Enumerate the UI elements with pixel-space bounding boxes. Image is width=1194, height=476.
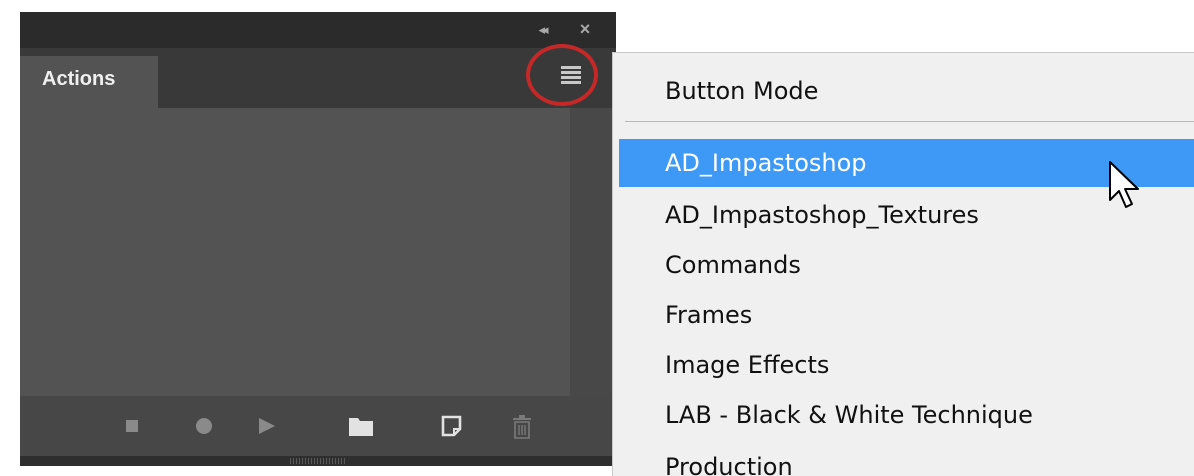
new-set-button[interactable]: [340, 396, 380, 456]
menu-item-production[interactable]: Production: [619, 443, 1194, 476]
panel-menu-button[interactable]: [556, 60, 586, 90]
menu-item-ad-impastoshop[interactable]: AD_Impastoshop: [619, 139, 1194, 187]
menu-item-button-mode[interactable]: Button Mode: [619, 67, 1194, 115]
panel-tab-row: Actions: [20, 48, 616, 108]
menu-item-ad-impastoshop-textures[interactable]: AD_Impastoshop_Textures: [619, 191, 1194, 239]
menu-item-lab-black-white-technique[interactable]: LAB - Black & White Technique: [619, 391, 1194, 439]
resize-grip[interactable]: [290, 458, 346, 464]
menu-item-frames[interactable]: Frames: [619, 291, 1194, 339]
menu-item-commands[interactable]: Commands: [619, 241, 1194, 289]
tab-actions[interactable]: Actions: [20, 56, 158, 108]
trash-icon: [513, 415, 531, 439]
screenshot-stage: ◂◂ × Actions Button Mode AD_Impastoshop …: [0, 0, 1194, 476]
folder-icon: [349, 418, 373, 436]
play-button[interactable]: [246, 396, 286, 456]
delete-button[interactable]: [502, 396, 542, 456]
close-panel-button[interactable]: ×: [572, 18, 598, 40]
actions-list-area[interactable]: [20, 108, 570, 396]
collapse-panel-button[interactable]: ◂◂: [530, 21, 554, 41]
menu-item-image-effects[interactable]: Image Effects: [619, 341, 1194, 389]
record-icon: [196, 418, 212, 434]
new-action-icon: [441, 415, 462, 437]
actions-panel: ◂◂ × Actions: [20, 12, 616, 466]
stop-button[interactable]: [112, 396, 152, 456]
panel-toolbar: [20, 396, 616, 456]
panel-titlebar: ◂◂ ×: [20, 12, 616, 48]
stop-icon: [126, 420, 138, 432]
panel-flyout-menu: Button Mode AD_Impastoshop AD_Impastosho…: [612, 52, 1194, 476]
record-button[interactable]: [184, 396, 224, 456]
panel-bottom-bar: [20, 456, 616, 466]
play-icon: [259, 418, 275, 434]
new-action-button[interactable]: [432, 396, 472, 456]
actions-scrollbar[interactable]: [570, 108, 616, 396]
menu-separator: [625, 121, 1194, 122]
